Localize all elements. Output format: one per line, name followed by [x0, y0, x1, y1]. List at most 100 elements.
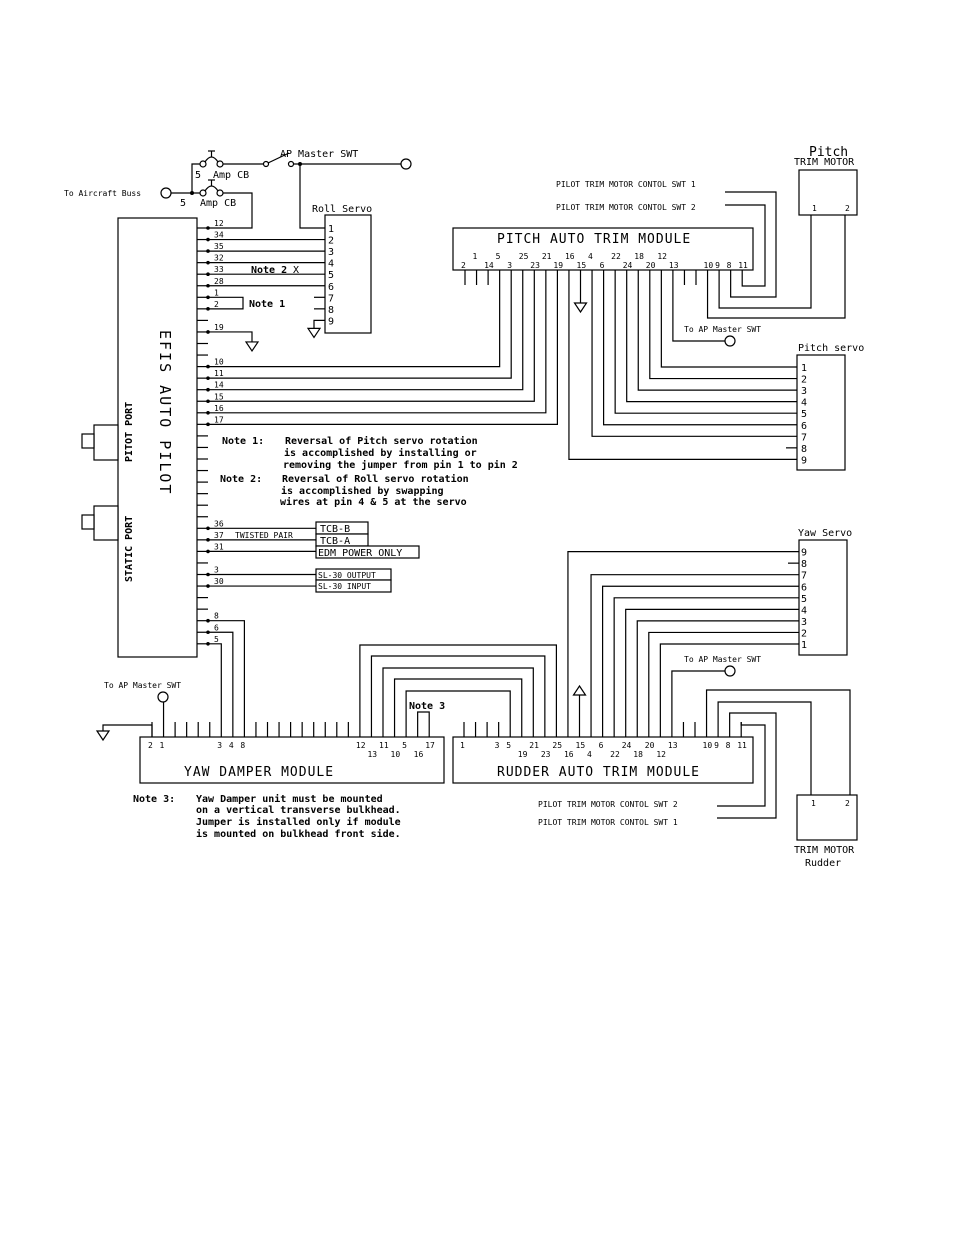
pitot-port-label: PITOT PORT [124, 402, 135, 462]
efis-pin-dot [206, 642, 210, 646]
efis-pin-dot [206, 272, 210, 277]
pitch-servo-pin: 3 [801, 386, 807, 397]
efis-pin-label: 19 [214, 323, 224, 332]
efis-pin-label: 6 [214, 623, 219, 632]
rudder-module-pin-label: 10 [703, 741, 713, 750]
pitch-ap-master-terminal [724, 335, 736, 347]
pitch-module-pin-label: 13 [669, 261, 679, 270]
pitch-module-pin-label: 5 [496, 252, 501, 261]
rudder-module-pin-label: 8 [726, 741, 731, 750]
yaw-damper-pin-label: 8 [240, 741, 245, 750]
yaw-servo-pin: 4 [801, 605, 807, 616]
note2-line: Reversal of Roll servo rotation [282, 473, 469, 485]
yaw-servo-pin: 1 [801, 640, 807, 651]
efis-pin-label: 35 [214, 242, 224, 251]
roll-servo-pin: 5 [328, 270, 334, 281]
efis-pin-dot [206, 295, 210, 300]
efis-title: EFIS AUTO PILOT [156, 330, 174, 495]
roll-servo-pin: 1 [328, 224, 334, 235]
twisted-pair-label: TWISTED PAIR [235, 531, 293, 540]
note1-line: is accomplished by installing or [284, 447, 477, 459]
ap-master-terminal [400, 158, 412, 170]
tcb-a-label: TCB-A [320, 536, 350, 547]
rudder-trim-motor-pin-2: 2 [845, 799, 850, 808]
cb-top-label: Amp CB [213, 170, 249, 181]
pitch-module-pin-label: 22 [611, 252, 621, 261]
yaw-ap-master-terminal [157, 691, 169, 703]
efis-pin-dot [206, 584, 210, 588]
efis-pin-dot [206, 526, 210, 531]
efis-pin-label: 30 [214, 577, 224, 586]
cb-bottom-amps: 5 [180, 198, 186, 209]
cb-top-amps: 5 [195, 170, 201, 181]
pitch-module-pin-label: 18 [634, 252, 644, 261]
pitch-module-title: PITCH AUTO TRIM MODULE [497, 232, 691, 247]
pitch-module-pin-label: 6 [600, 261, 605, 270]
ground-icon [573, 302, 588, 314]
edm-power-label: EDM POWER ONLY [318, 548, 402, 559]
aircraft-buss-label: To Aircraft Buss [64, 189, 141, 198]
note3-line: on a vertical transverse bulkhead. [196, 804, 401, 816]
note2-line: is accomplished by swapping [281, 485, 444, 497]
efis-pin-dot [206, 399, 210, 404]
efis-pin-label: 28 [214, 277, 224, 286]
wire [208, 631, 234, 722]
pitch-module-pin-label: 10 [704, 261, 714, 270]
pitch-servo-pin: 8 [801, 444, 807, 455]
rudder-swt1-label: PILOT TRIM MOTOR CONTOL SWT 1 [538, 818, 678, 827]
efis-pin-dot [206, 630, 210, 635]
wire [625, 608, 799, 722]
rudder-module-title: RUDDER AUTO TRIM MODULE [497, 765, 700, 780]
yaw-damper-pin-label: 3 [217, 741, 222, 750]
wire [299, 164, 325, 229]
pitch-servo-pin: 4 [801, 398, 807, 409]
yaw-damper-pin-label: 11 [379, 741, 389, 750]
pitch-trim-motor-pin-1: 1 [812, 204, 817, 213]
efis-pin-dot [206, 387, 210, 392]
yaw-to-ap-master-label: To AP Master SWT [104, 681, 181, 690]
swap-mark: X [293, 265, 299, 276]
wire [208, 643, 222, 722]
arrow-up-icon [572, 684, 587, 696]
rudder-trim-motor-pin-1: 1 [811, 799, 816, 808]
yaw-damper-pin-label: 13 [367, 750, 377, 759]
pitch-servo-pin: 9 [801, 455, 807, 466]
rudder-module-pin-label: 6 [599, 741, 604, 750]
pitch-module-pin-label: 1 [473, 252, 478, 261]
note3-label: Note 3: [133, 794, 175, 805]
roll-servo-pin: 6 [328, 282, 334, 293]
pitch-module-pin-label: 16 [565, 252, 575, 261]
rudder-module-pin-label: 13 [668, 741, 678, 750]
rudder-module-pin-label: 12 [656, 750, 666, 759]
circuit-breaker-icon [204, 156, 219, 163]
efis-pin-dot [206, 226, 210, 230]
pitch-module-pin-label: 9 [715, 261, 720, 270]
rudder-module-pin-label: 19 [518, 750, 528, 759]
efis-pin-dot [206, 330, 210, 334]
ground-icon [244, 341, 260, 353]
pitch-module-pin-label: 11 [738, 261, 748, 270]
yaw-damper-pin-label: 5 [402, 741, 407, 750]
ap-master-switch-label[interactable]: AP Master SWT [280, 149, 358, 160]
efis-pin-dot [206, 260, 210, 265]
pitot-port-fitting [93, 424, 119, 461]
pitch-servo-pin: 6 [801, 421, 807, 432]
rudder-module-pin-label: 21 [529, 741, 539, 750]
efis-pin-label: 14 [214, 381, 224, 390]
yaw-servo-pin: 3 [801, 617, 807, 628]
yaw-damper-pin-label: 2 [148, 741, 153, 750]
efis-pin-label: 3 [214, 566, 219, 575]
pitch-module-pin-label: 3 [507, 261, 512, 270]
note3-marker: Note 3 [409, 701, 445, 712]
note1-label: Note 1: [222, 436, 264, 447]
rudder-module-pin-label: 3 [495, 741, 500, 750]
rudder-module-pin-label: 4 [587, 750, 592, 759]
static-port-nipple [81, 514, 95, 530]
note2-marker: Note 2 [251, 265, 287, 276]
efis-pins: 1234353233281219101114151617363731330865 [206, 219, 224, 646]
efis-pin-dot [206, 572, 210, 577]
pitch-module-pin-label: 24 [623, 261, 633, 270]
pitch-to-ap-master-label: To AP Master SWT [684, 325, 761, 334]
rudder-module-pin-label: 15 [576, 741, 586, 750]
roll-servo-pin: 9 [328, 316, 334, 327]
